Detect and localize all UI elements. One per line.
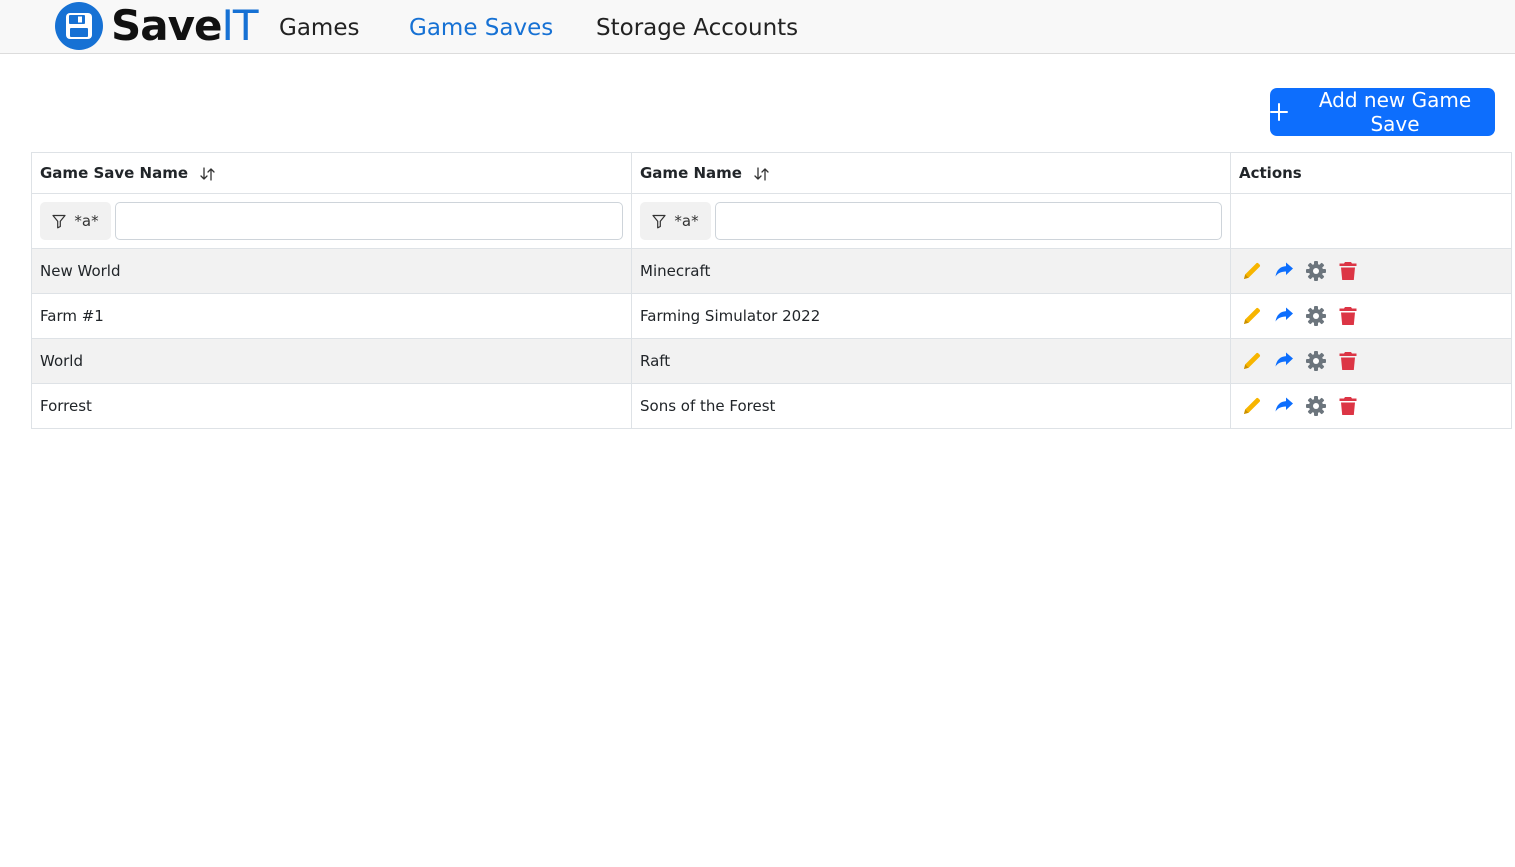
table-row[interactable]: Farm #1 Farming Simulator 2022: [31, 293, 1512, 339]
filter-mode-label: *a*: [674, 212, 699, 230]
filter-mode-button[interactable]: *a*: [40, 202, 111, 240]
brand-name: SaveIT: [111, 1, 259, 50]
filter-row: *a* *a*: [31, 193, 1512, 249]
trash-icon[interactable]: [1337, 350, 1359, 372]
nav-games[interactable]: Games: [279, 13, 359, 43]
brand-logo[interactable]: SaveIT: [55, 1, 259, 50]
pencil-icon[interactable]: [1241, 395, 1263, 417]
pencil-icon[interactable]: [1241, 260, 1263, 282]
column-header-game-save-name[interactable]: Game Save Name: [31, 152, 632, 194]
pencil-icon[interactable]: [1241, 305, 1263, 327]
column-header-game-name[interactable]: Game Name: [631, 152, 1231, 194]
game-save-name: Farm #1: [40, 307, 104, 325]
gear-icon[interactable]: [1305, 260, 1327, 282]
navbar: SaveIT Games Game Saves Storage Accounts: [0, 0, 1515, 54]
nav-storage-accounts[interactable]: Storage Accounts: [596, 13, 798, 43]
add-game-save-button[interactable]: Add new Game Save: [1270, 88, 1495, 136]
game-name: Minecraft: [640, 262, 711, 280]
filter-cell-game-save-name: *a*: [31, 193, 632, 249]
cell-game-name: Sons of the Forest: [631, 383, 1231, 429]
game-save-name: Forrest: [40, 397, 92, 415]
game-saves-table: Game Save Name Game Name Actions *a* *a*…: [31, 152, 1512, 429]
brand-name-save: Save: [111, 1, 222, 50]
cell-actions: [1230, 383, 1512, 429]
column-label: Game Save Name: [40, 164, 189, 182]
cell-game-name: Raft: [631, 338, 1231, 384]
cell-game-name: Minecraft: [631, 248, 1231, 294]
plus-icon: [1270, 103, 1288, 121]
floppy-disk-icon: [55, 2, 103, 50]
cell-game-save-name: New World: [31, 248, 632, 294]
cell-game-save-name: World: [31, 338, 632, 384]
sort-icon[interactable]: [199, 166, 217, 182]
game-name: Raft: [640, 352, 671, 370]
brand-name-it: IT: [221, 1, 258, 50]
trash-icon[interactable]: [1337, 395, 1359, 417]
game-name-filter-input[interactable]: [715, 202, 1222, 240]
share-icon[interactable]: [1273, 395, 1295, 417]
cell-actions: [1230, 293, 1512, 339]
game-save-name: New World: [40, 262, 121, 280]
gear-icon[interactable]: [1305, 305, 1327, 327]
gear-icon[interactable]: [1305, 350, 1327, 372]
filter-icon: [652, 214, 666, 228]
filter-cell-actions: [1230, 193, 1512, 249]
filter-icon: [52, 214, 66, 228]
game-name: Farming Simulator 2022: [640, 307, 821, 325]
add-game-save-label: Add new Game Save: [1318, 88, 1472, 136]
table-row[interactable]: Forrest Sons of the Forest: [31, 383, 1512, 429]
cell-actions: [1230, 338, 1512, 384]
trash-icon[interactable]: [1337, 305, 1359, 327]
table-row[interactable]: World Raft: [31, 338, 1512, 384]
nav-game-saves[interactable]: Game Saves: [409, 13, 553, 43]
column-label: Game Name: [640, 164, 742, 182]
table-body: New World Minecraft Farm #1 Farming Simu…: [31, 248, 1512, 429]
game-save-name-filter-input[interactable]: [115, 202, 623, 240]
filter-cell-game-name: *a*: [631, 193, 1231, 249]
game-save-name: World: [40, 352, 83, 370]
cell-game-save-name: Forrest: [31, 383, 632, 429]
filter-mode-label: *a*: [74, 212, 99, 230]
pencil-icon[interactable]: [1241, 350, 1263, 372]
game-name: Sons of the Forest: [640, 397, 776, 415]
share-icon[interactable]: [1273, 305, 1295, 327]
column-label: Actions: [1239, 164, 1302, 182]
filter-mode-button[interactable]: *a*: [640, 202, 711, 240]
trash-icon[interactable]: [1337, 260, 1359, 282]
gear-icon[interactable]: [1305, 395, 1327, 417]
cell-game-save-name: Farm #1: [31, 293, 632, 339]
share-icon[interactable]: [1273, 350, 1295, 372]
column-header-actions: Actions: [1230, 152, 1512, 194]
cell-actions: [1230, 248, 1512, 294]
sort-icon[interactable]: [753, 166, 771, 182]
table-row[interactable]: New World Minecraft: [31, 248, 1512, 294]
share-icon[interactable]: [1273, 260, 1295, 282]
cell-game-name: Farming Simulator 2022: [631, 293, 1231, 339]
